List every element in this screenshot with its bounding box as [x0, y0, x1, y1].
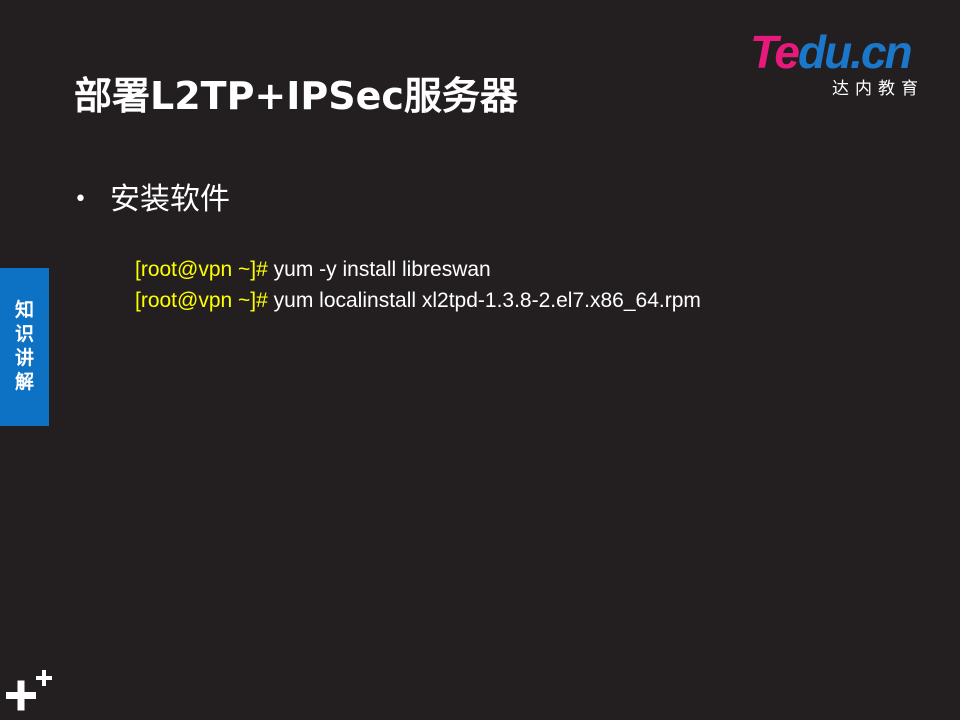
- side-tab-label: 知 识 讲 解: [0, 298, 49, 394]
- shell-prompt: [root@vpn ~]#: [135, 289, 274, 312]
- bullet-item: • 安装软件: [74, 180, 230, 220]
- shell-command: yum -y install libreswan: [273, 258, 491, 281]
- command-line: [root@vpn ~]# yum -y install libreswan: [135, 254, 701, 285]
- bullet-dot: •: [74, 187, 87, 212]
- shell-prompt: [root@vpn ~]#: [135, 258, 274, 281]
- slide: Tedu.cn 达内教育 部署L2TP+IPSec服务器 • 安装软件 [root…: [0, 0, 960, 720]
- logo-brand: Tedu.cn: [750, 26, 913, 78]
- plus-icon: [6, 670, 52, 711]
- logo-subtitle: 达内教育: [832, 79, 924, 99]
- shell-command: yum localinstall xl2tpd-1.3.8-2.el7.x86_…: [273, 289, 701, 312]
- side-tab-knowledge: 知 识 讲 解: [0, 268, 49, 426]
- command-line: [root@vpn ~]# yum localinstall xl2tpd-1.…: [135, 285, 701, 316]
- side-tab-char: 讲: [14, 347, 34, 369]
- tedu-logo: Tedu.cn 达内教育: [750, 26, 930, 99]
- command-block: [root@vpn ~]# yum -y install libreswan […: [135, 254, 701, 316]
- slide-title: 部署L2TP+IPSec服务器: [74, 74, 518, 118]
- side-tab-char: 知: [14, 299, 34, 321]
- logo-brand-du: du.cn: [797, 26, 913, 78]
- side-tab-char: 识: [14, 323, 34, 345]
- logo-brand-te: Te: [750, 26, 800, 78]
- bullet-text: 安装软件: [110, 182, 230, 217]
- side-tab-char: 解: [14, 371, 34, 393]
